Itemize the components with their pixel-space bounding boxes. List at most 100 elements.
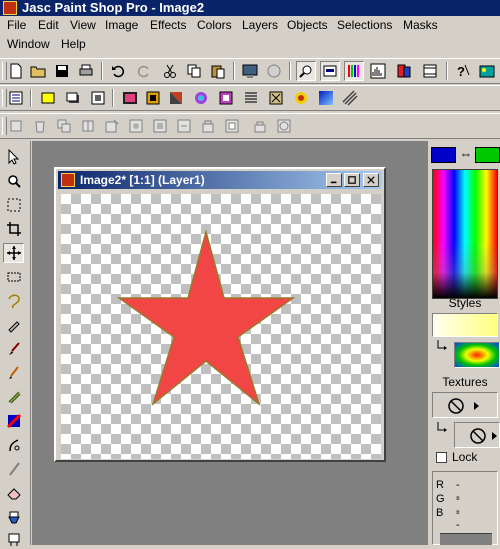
paste-icon[interactable]	[208, 61, 228, 81]
drop-shadow-icon[interactable]	[63, 88, 83, 108]
image-canvas[interactable]	[61, 194, 381, 459]
save-icon[interactable]	[52, 61, 72, 81]
menu-colors[interactable]: Colors	[197, 16, 232, 34]
layer-lock-icon[interactable]	[250, 116, 270, 136]
image-window[interactable]: Image2* [1:1] (Layer1)	[54, 167, 386, 462]
foreground-texture-box[interactable]	[432, 392, 498, 418]
svg-text:?: ?	[457, 64, 465, 79]
rgb-row-b: B --	[436, 507, 460, 531]
blinds-icon[interactable]	[241, 88, 261, 108]
foreground-style-box[interactable]	[432, 313, 498, 337]
menu-view[interactable]: View	[70, 16, 96, 34]
scratch-remover-tool-icon[interactable]	[3, 435, 24, 455]
resource-icon[interactable]	[264, 61, 284, 81]
layer-link-icon[interactable]	[274, 116, 294, 136]
overview-icon[interactable]	[320, 61, 340, 81]
redo-icon[interactable]	[134, 61, 154, 81]
foreground-color-swatch[interactable]	[431, 147, 456, 163]
image-window-title-bar[interactable]: Image2* [1:1] (Layer1)	[58, 171, 382, 189]
menu-edit[interactable]: Edit	[38, 16, 59, 34]
menu-objects[interactable]: Objects	[287, 16, 328, 34]
texture-icon[interactable]	[340, 88, 360, 108]
effect-browser-icon[interactable]	[266, 88, 286, 108]
layer-promote-icon[interactable]	[198, 116, 218, 136]
layer-properties-icon[interactable]	[78, 116, 98, 136]
arrow-tool-icon[interactable]	[3, 147, 24, 167]
layer-merge-icon[interactable]	[174, 116, 194, 136]
layer-group-icon[interactable]	[222, 116, 242, 136]
menu-window[interactable]: Window	[7, 35, 50, 53]
inner-bevel-icon[interactable]	[216, 88, 236, 108]
layer-vector-icon[interactable]	[102, 116, 122, 136]
kaleidoscope-icon[interactable]	[191, 88, 211, 108]
print-icon[interactable]	[76, 61, 96, 81]
toolbar-separator	[289, 62, 291, 80]
crop-tool-icon[interactable]	[3, 219, 24, 239]
layer-new-icon[interactable]	[6, 116, 26, 136]
maximize-button[interactable]	[344, 173, 360, 187]
tool-options-icon[interactable]	[6, 88, 26, 108]
deform-tool-icon[interactable]	[3, 195, 24, 215]
menu-image[interactable]: Image	[105, 16, 138, 34]
retouch-tool-icon[interactable]	[3, 411, 24, 431]
color-picker-spectrum[interactable]	[432, 169, 498, 299]
sunburst-icon[interactable]	[291, 88, 311, 108]
menu-selections[interactable]: Selections	[337, 16, 392, 34]
menu-help[interactable]: Help	[61, 35, 86, 53]
background-style-box[interactable]	[454, 342, 500, 368]
color-palette-icon[interactable]	[344, 61, 364, 81]
background-texture-box[interactable]	[454, 422, 500, 448]
copy-icon[interactable]	[184, 61, 204, 81]
red-star-shape[interactable]	[116, 229, 296, 407]
layer-delete-icon[interactable]	[30, 116, 50, 136]
new-icon[interactable]	[6, 61, 26, 81]
freehand-tool-icon[interactable]	[3, 291, 24, 311]
selection-effect-icon[interactable]	[38, 88, 58, 108]
menu-effects[interactable]: Effects	[150, 16, 186, 34]
menu-layers[interactable]: Layers	[242, 16, 278, 34]
paintbrush-tool-icon[interactable]	[3, 339, 24, 359]
browse-icon[interactable]	[240, 61, 260, 81]
gradient-icon[interactable]	[316, 88, 336, 108]
swap-styles-icon[interactable]	[436, 338, 450, 352]
toolbar-separator	[233, 62, 235, 80]
layer-mask-icon[interactable]	[126, 116, 146, 136]
close-button[interactable]	[363, 173, 379, 187]
airbrush-tool-icon[interactable]	[3, 529, 24, 549]
bevel-icon[interactable]	[143, 88, 163, 108]
color-replacer-tool-icon[interactable]	[3, 387, 24, 407]
swap-textures-icon[interactable]	[436, 420, 450, 434]
lock-checkbox[interactable]	[436, 452, 447, 463]
context-help-icon[interactable]: ?	[453, 61, 473, 81]
cutout-icon[interactable]	[88, 88, 108, 108]
image-icon[interactable]	[477, 61, 497, 81]
background-color-swatch[interactable]	[475, 147, 500, 163]
rgb-label: R	[436, 479, 444, 491]
menu-file[interactable]: File	[7, 16, 26, 34]
picture-tube-tool-icon[interactable]	[3, 507, 24, 527]
frame-icon[interactable]	[120, 88, 140, 108]
dropper-tool-icon[interactable]	[3, 315, 24, 335]
zoom-tool-icon[interactable]	[3, 171, 24, 191]
layer-duplicate-icon[interactable]	[54, 116, 74, 136]
toolbar-separator	[101, 62, 103, 80]
dropdown-arrow-icon[interactable]	[491, 431, 499, 441]
mover-tool-icon[interactable]	[3, 243, 24, 263]
clone-brush-tool-icon[interactable]	[3, 363, 24, 383]
menu-masks[interactable]: Masks	[403, 16, 438, 34]
selection-tool-icon[interactable]	[3, 267, 24, 287]
swap-colors-icon[interactable]: ⇔	[457, 146, 475, 162]
eraser-tool-icon[interactable]	[3, 459, 24, 479]
minimize-button[interactable]	[326, 173, 342, 187]
layer-palette-icon[interactable]	[394, 61, 414, 81]
layer-adjust-icon[interactable]	[150, 116, 170, 136]
open-icon[interactable]	[28, 61, 48, 81]
cut-icon[interactable]	[160, 61, 180, 81]
dropdown-arrow-icon[interactable]	[473, 401, 481, 411]
buttonize-icon[interactable]	[166, 88, 186, 108]
histogram-icon[interactable]	[368, 61, 388, 81]
eraser-tool-icon[interactable]	[3, 483, 24, 503]
zoom-icon[interactable]	[296, 61, 316, 81]
undo-icon[interactable]	[108, 61, 128, 81]
toolbar-icon[interactable]	[420, 61, 440, 81]
